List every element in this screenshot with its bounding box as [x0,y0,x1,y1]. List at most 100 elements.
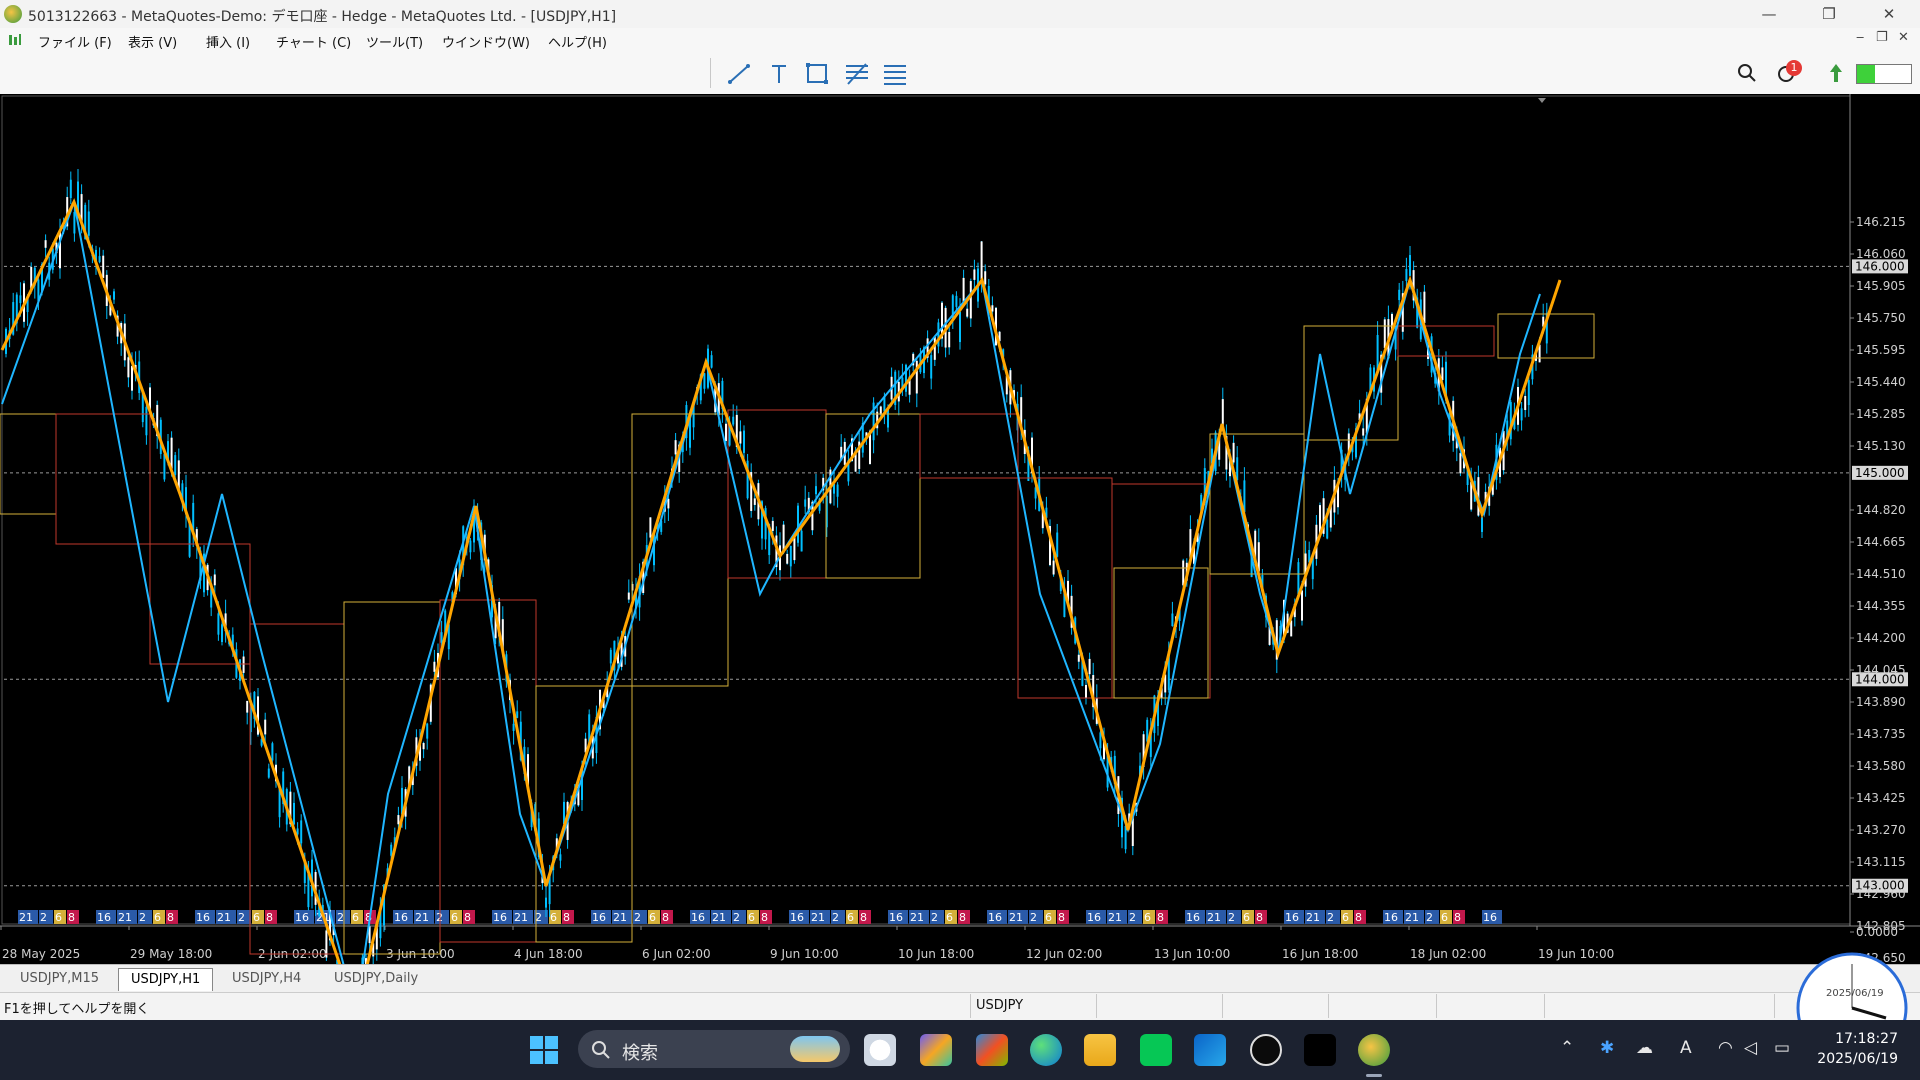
session-label: 2 [238,911,245,924]
session-label: 21 [217,911,231,924]
candle-body [19,295,22,304]
windows-start-icon[interactable] [528,1034,560,1066]
candle-body [1236,457,1239,481]
copilot-icon[interactable] [920,1034,952,1066]
minimize-button[interactable]: — [1746,2,1792,26]
candle-body [1423,291,1426,324]
price-axis-label: 144.045 [1856,663,1906,677]
menu-chart[interactable]: チャート (C) [276,32,351,51]
candle-body [980,241,983,282]
app-pin-icon[interactable] [1250,1034,1282,1066]
line-app-icon[interactable] [1140,1034,1172,1066]
menu-help[interactable]: ヘルプ(H) [548,32,607,51]
search-icon[interactable] [1736,62,1758,84]
status-bar [0,992,1920,1021]
menu-tools[interactable]: ツール(T) [366,32,423,51]
microsoft-store-icon[interactable] [976,1034,1008,1066]
tab-usdjpy-h1[interactable]: USDJPY,H1 [118,968,214,991]
session-label: 21 [1207,911,1221,924]
file-explorer-icon[interactable] [1084,1034,1116,1066]
tray-overflow-chevron-icon[interactable]: ⌃ [1560,1038,1574,1058]
close-button[interactable]: ✕ [1866,2,1912,26]
menu-insert[interactable]: 挿入 (I) [206,32,250,51]
candle-body [1398,289,1401,301]
bluetooth-icon[interactable]: ✱ [1600,1038,1614,1058]
mdi-close-icon[interactable]: ✕ [1898,30,1909,45]
session-label: 6 [55,911,62,924]
zigzag-fast-line [1,198,1541,1013]
session-label: 2 [1426,911,1433,924]
time-axis-label: 9 Jun 10:00 [770,947,839,961]
session-label: 16 [1384,911,1398,924]
wifi-icon[interactable]: ◠ [1718,1038,1733,1058]
xm-trading-icon[interactable] [1304,1034,1336,1066]
candle-body [127,357,130,378]
session-label: 6 [1342,911,1349,924]
candle-body [973,269,976,280]
candle-body [213,574,216,586]
price-axis-label: 144.820 [1856,503,1906,517]
candle-body [930,355,933,379]
price-axis-label: 144.510 [1856,567,1906,581]
price-axis-label: 143.115 [1856,855,1906,869]
session-label: 8 [1058,911,1065,924]
candle-body [969,281,972,319]
session-label: 6 [550,911,557,924]
candle-body [426,723,429,739]
taskbar-clock-date[interactable]: 2025/06/19 [1808,1051,1898,1067]
chart-canvas[interactable]: 146.000145.000144.000143.000146.215146.0… [0,94,1920,1035]
candle-body [991,305,994,312]
candle-body [1362,428,1365,436]
outlook-icon[interactable] [1194,1034,1226,1066]
price-axis-label: 143.735 [1856,727,1906,741]
trendline-icon[interactable] [724,60,754,88]
session-label: 8 [860,911,867,924]
mdi-restore-icon[interactable]: ❐ [1876,30,1888,45]
menu-file[interactable]: ファイル (F) [38,32,112,51]
session-label: 2 [337,911,344,924]
session-label: 16 [97,911,111,924]
tab-usdjpy-h4[interactable]: USDJPY,H4 [220,968,313,990]
onedrive-cloud-icon[interactable]: ☁ [1636,1038,1653,1058]
session-label: 6 [352,911,359,924]
price-chart[interactable]: 146.000 145.000 144.000 143.000 146.215 146.0… [0,94,1920,1035]
clock-app-icon[interactable] [864,1034,896,1066]
taskbar-clock-time[interactable]: 17:18:27 [1808,1031,1898,1047]
mdi-minimize-icon[interactable]: ‒ [1856,30,1864,45]
candle-body [246,700,249,713]
session-label: 21 [811,911,825,924]
candle-body [300,820,303,844]
metatrader-taskbar-icon[interactable] [1358,1034,1390,1066]
session-label: 21 [1108,911,1122,924]
session-label: 21 [19,911,33,924]
tab-usdjpy-m15[interactable]: USDJPY,M15 [8,968,111,990]
session-label: 16 [493,911,507,924]
text-tool-icon[interactable] [764,60,794,88]
menu-window[interactable]: ウインドウ(W) [442,32,530,51]
candle-body [1326,519,1329,539]
channel-icon[interactable] [880,60,910,88]
tab-usdjpy-daily[interactable]: USDJPY,Daily [322,968,430,990]
price-axis-label: 145.595 [1856,343,1906,357]
speaker-muted-icon[interactable]: ◁ [1744,1038,1757,1058]
candle-body [170,437,173,469]
time-axis-label: 12 Jun 02:00 [1026,947,1102,961]
status-divider [970,994,971,1018]
edge-browser-icon[interactable] [1030,1034,1062,1066]
session-label: 2 [1228,911,1235,924]
fibonacci-icon[interactable] [842,60,872,88]
rectangle-tool-icon[interactable] [802,60,832,88]
session-label: 2 [931,911,938,924]
chart-menu-icon[interactable] [8,33,22,47]
candle-body [771,520,774,531]
session-label: 16 [1285,911,1299,924]
candle-body [966,308,969,317]
session-label: 8 [464,911,471,924]
candle-body [1182,560,1185,586]
battery-icon[interactable]: ▭ [1774,1038,1790,1058]
restore-button[interactable]: ❐ [1806,2,1852,26]
menu-view[interactable]: 表示 (V) [128,32,177,51]
ime-indicator[interactable]: A [1680,1038,1692,1058]
session-label: 6 [1045,911,1052,924]
candle-body [959,311,961,343]
